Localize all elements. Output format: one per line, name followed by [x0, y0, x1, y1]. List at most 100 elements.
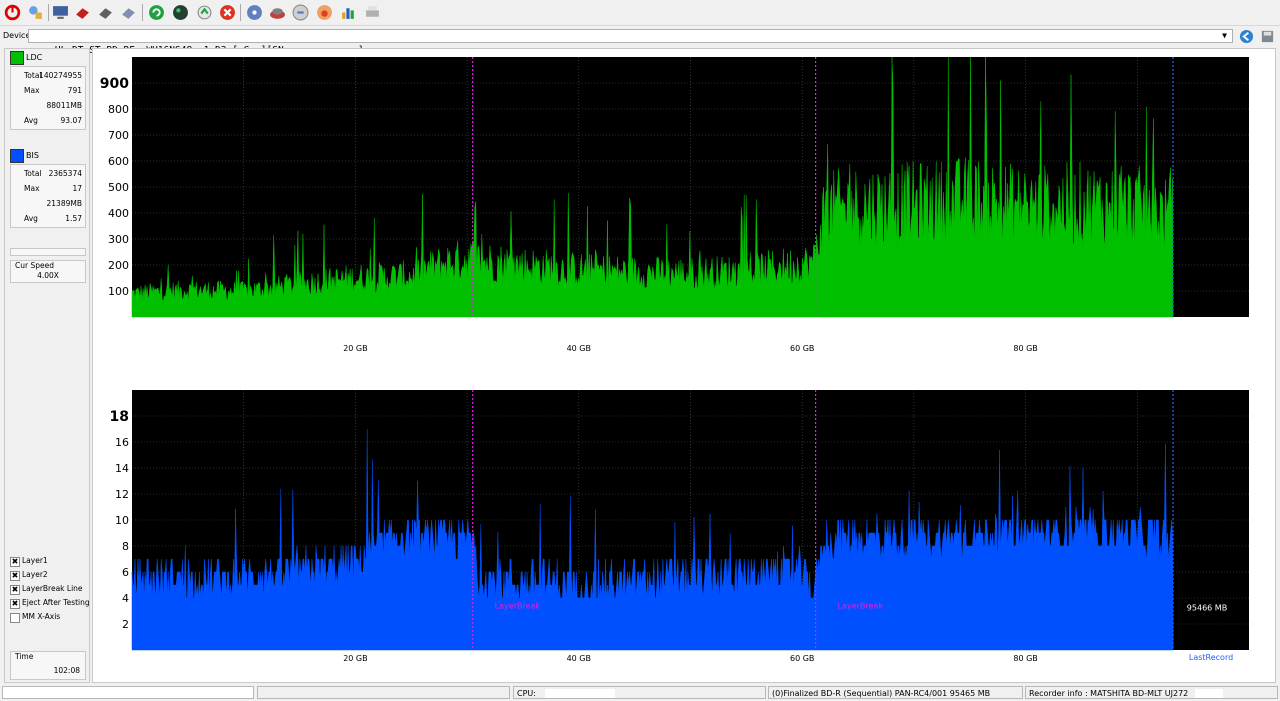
- plot-area: 100 200 300 400 500 600 700 800 900 20 GB 40 GB 60 …: [92, 48, 1276, 683]
- ldc-y-tick-label: 600: [108, 155, 129, 168]
- bis-avg-value: 1.57: [65, 214, 82, 223]
- speed-label: Cur Speed: [15, 261, 54, 270]
- recorder-info-text: Recorder info : MATSHITA BD-MLT UJ272: [1029, 689, 1189, 698]
- charts-svg: 100 200 300 400 500 600 700 800 900 20 GB 40 GB 60 …: [100, 56, 1249, 663]
- ldc-y-tick-label: 200: [108, 259, 129, 272]
- bis-x-tick-label: 20 GB: [343, 654, 367, 663]
- ldc-swatch: [10, 51, 24, 65]
- scan-icon[interactable]: [196, 4, 213, 21]
- bis-x-tick-label: 40 GB: [567, 654, 591, 663]
- bis-y-tick-label: 6: [122, 566, 129, 579]
- time-panel: Time 102:08: [10, 651, 86, 680]
- last-record-label: LastRecord: [1189, 653, 1233, 662]
- disc-gray-icon[interactable]: [97, 4, 114, 21]
- stop-icon[interactable]: [219, 4, 236, 21]
- ldc-y-tick-label: 300: [108, 233, 129, 246]
- bis-total-value: 2365374: [48, 169, 82, 178]
- bis-y-tick-label: 4: [122, 592, 129, 605]
- cpu-meter: [544, 689, 615, 698]
- speed-panel: Cur Speed 4.00X: [10, 260, 86, 283]
- ldc-y-tick-label: 500: [108, 181, 129, 194]
- disc-red-icon[interactable]: [74, 4, 91, 21]
- bis-legend-label: BIS: [26, 151, 39, 160]
- status-recorder: Recorder info : MATSHITA BD-MLT UJ272: [1025, 686, 1278, 699]
- checkbox[interactable]: ✖: [10, 585, 20, 595]
- status-disc-info: (0)Finalized BD-R (Sequential) PAN-RC4/0…: [768, 686, 1023, 699]
- ldc-x-tick-label: 80 GB: [1013, 344, 1037, 353]
- bis-max-value: 17: [72, 184, 82, 193]
- option-label: MM X-Axis: [22, 612, 61, 621]
- cpu-label: CPU:: [517, 689, 536, 698]
- power-icon[interactable]: [4, 4, 21, 21]
- stats-sidebar: LDC Total 140274955 Max 791 88011MB Avg 93.…: [4, 48, 90, 683]
- checkbox[interactable]: ✖: [10, 571, 20, 581]
- option-label: Layer1: [22, 556, 48, 565]
- bis-layerbreak-label: LayerBreak: [838, 601, 884, 610]
- option-label: LayerBreak Line: [22, 584, 83, 593]
- progress-bar: [10, 248, 86, 256]
- ldc-max-label: Max: [24, 86, 40, 95]
- option-label: Layer2: [22, 570, 48, 579]
- ldc-max-position: 88011MB: [46, 101, 82, 110]
- drive-icon[interactable]: [120, 4, 137, 21]
- bis-y-tick-label: 8: [122, 540, 129, 553]
- blank-disc-icon[interactable]: [246, 4, 263, 21]
- ldc-y-tick-label: 100: [108, 285, 129, 298]
- bis-total-label: Total: [24, 169, 42, 178]
- checkbox[interactable]: ✖: [10, 599, 20, 609]
- bis-x-tick-label: 60 GB: [790, 654, 814, 663]
- ldc-max-value: 791: [67, 86, 82, 95]
- recorder-redacted: [1194, 689, 1223, 698]
- ldc-legend-label: LDC: [26, 53, 43, 62]
- ldc-x-tick-label: 60 GB: [790, 344, 814, 353]
- fire-icon[interactable]: [316, 4, 333, 21]
- printer-icon[interactable]: [364, 4, 381, 21]
- device-select[interactable]: HL-DT-ST BD-RE WH16NS48 1.D3 [ G: ][SN: …: [28, 29, 1233, 56]
- ldc-avg-label: Avg: [24, 116, 38, 125]
- status-blank: [257, 686, 510, 699]
- bis-y-tick-label: 2: [122, 618, 129, 631]
- tools-icon[interactable]: [27, 4, 44, 21]
- prev-arrow-icon[interactable]: [1239, 29, 1254, 44]
- copy-disc-icon[interactable]: [292, 4, 309, 21]
- checkbox[interactable]: [10, 613, 20, 623]
- status-message: [2, 686, 254, 699]
- bis-layerbreak-label: LayerBreak: [495, 601, 541, 610]
- status-cpu: CPU:: [513, 686, 766, 699]
- ldc-y-tick-label: 400: [108, 207, 129, 220]
- speed-value: 4.00X: [37, 271, 59, 280]
- ldc-y-tick-label: 700: [108, 129, 129, 142]
- bis-stats: Total 2365374 Max 17 21389MB Avg 1.57: [10, 164, 86, 228]
- ldc-x-tick-label: 20 GB: [343, 344, 367, 353]
- toolbar: [0, 0, 1280, 26]
- monitor-icon[interactable]: [52, 4, 69, 21]
- bis-y-tick-label: 16: [115, 436, 129, 449]
- bis-y-tick-label: 10: [115, 514, 129, 527]
- ldc-avg-value: 93.07: [60, 116, 82, 125]
- burn-disc-icon[interactable]: [269, 4, 286, 21]
- bis-avg-label: Avg: [24, 214, 38, 223]
- bis-y-tick-label: 14: [115, 462, 129, 475]
- bis-y-tick-label: 12: [115, 488, 129, 501]
- ldc-y-tick-label: 800: [108, 103, 129, 116]
- chevron-down-icon[interactable]: ▼: [1220, 30, 1229, 42]
- option-label: Eject After Testing: [22, 598, 90, 607]
- bis-y-tick-label: 18: [110, 409, 129, 425]
- bis-max-position: 21389MB: [46, 199, 82, 208]
- serial-redacted: [307, 32, 407, 42]
- save-icon[interactable]: [1260, 29, 1275, 44]
- ldc-y-tick-label: 900: [100, 76, 129, 92]
- chart-icon[interactable]: [340, 4, 357, 21]
- status-bar: CPU: (0)Finalized BD-R (Sequential) PAN-…: [0, 685, 1280, 701]
- bis-x-tick-label: 80 GB: [1013, 654, 1037, 663]
- refresh-icon[interactable]: [148, 4, 165, 21]
- bis-swatch: [10, 149, 24, 163]
- bis-max-label: Max: [24, 184, 40, 193]
- globe-icon[interactable]: [172, 4, 189, 21]
- disc-info-text: (0)Finalized BD-R (Sequential) PAN-RC4/0…: [772, 689, 991, 698]
- ldc-x-tick-label: 40 GB: [567, 344, 591, 353]
- ldc-stats: Total 140274955 Max 791 88011MB Avg 93.07: [10, 66, 86, 130]
- device-bar: Device: HL-DT-ST BD-RE WH16NS48 1.D3 [ G…: [0, 28, 1280, 56]
- ldc-total-value: 140274955: [39, 71, 82, 80]
- checkbox[interactable]: ✖: [10, 557, 20, 567]
